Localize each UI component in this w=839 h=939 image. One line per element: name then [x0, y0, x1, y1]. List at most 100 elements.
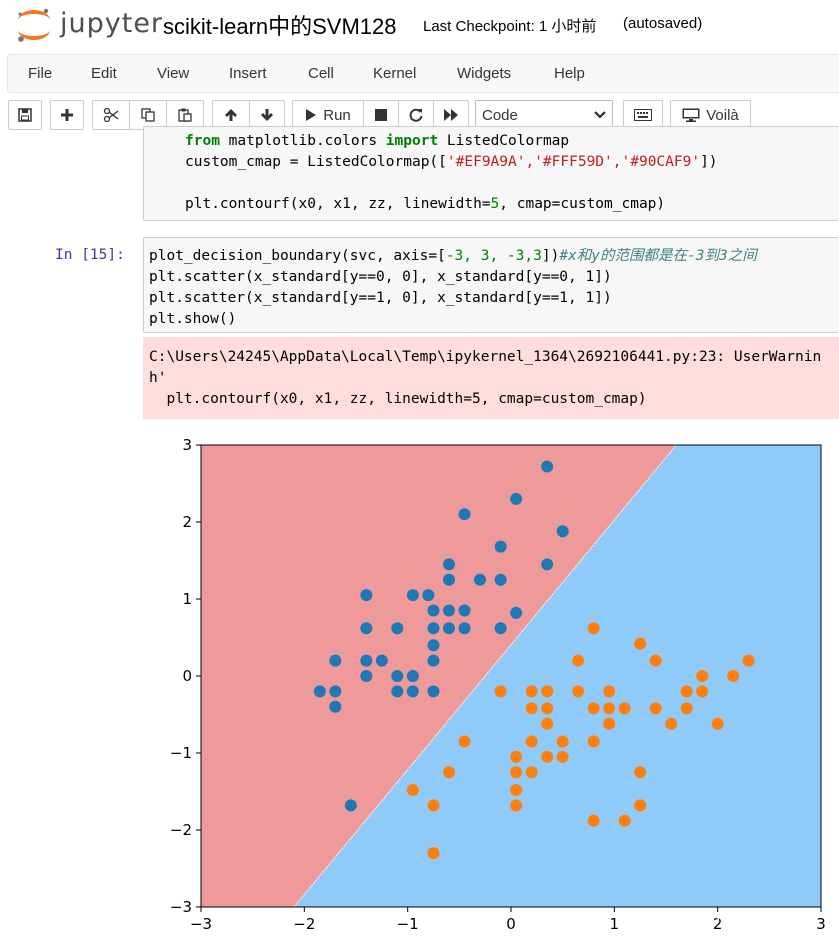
y-tick-label: −1 [170, 744, 192, 762]
data-point-series-0 [329, 654, 342, 667]
y-tick-label: 1 [182, 590, 192, 608]
notebook-header: jupyter scikit-learn中的SVM128 Last Checkp… [0, 0, 839, 50]
data-point-series-1 [665, 717, 678, 730]
code-line: plt.scatter(x_standard[y==0, 0], x_stand… [149, 269, 612, 285]
data-point-series-0 [443, 558, 455, 571]
data-point-series-1 [510, 783, 523, 796]
stderr-line: C:\Users\24245\AppData\Local\Temp\ipyker… [149, 349, 822, 365]
jupyter-logo[interactable]: jupyter [12, 6, 162, 44]
stop-icon [375, 109, 387, 121]
data-point-series-1 [696, 670, 709, 682]
data-point-series-1 [587, 735, 600, 748]
data-point-series-0 [458, 508, 471, 521]
data-point-series-0 [427, 622, 440, 635]
data-point-series-1 [510, 799, 523, 812]
arrow-up-icon [225, 109, 237, 121]
data-point-series-0 [510, 492, 523, 505]
code-line: from matplotlib.colors import ListedColo… [185, 133, 570, 149]
data-point-series-0 [344, 799, 357, 812]
data-point-series-0 [494, 573, 507, 586]
data-point-series-1 [458, 735, 471, 748]
data-point-series-0 [313, 685, 326, 698]
menu-file[interactable]: File [28, 65, 52, 82]
data-point-series-1 [680, 685, 693, 698]
menu-edit[interactable]: Edit [91, 65, 117, 82]
x-tick-label: 0 [506, 915, 516, 933]
stderr-line: plt.contourf(x0, x1, zz, linewidth=5, cm… [149, 391, 647, 407]
data-point-series-0 [360, 589, 373, 602]
data-point-series-0 [360, 622, 373, 635]
data-point-series-0 [391, 622, 404, 635]
data-point-series-1 [525, 685, 538, 698]
menu-insert[interactable]: Insert [229, 65, 267, 82]
jupyter-logo-icon [18, 8, 50, 42]
data-point-series-0 [494, 540, 507, 553]
menu-view[interactable]: View [157, 65, 189, 82]
monitor-icon [682, 108, 700, 122]
restart-icon [409, 108, 423, 122]
data-point-series-1 [427, 847, 440, 860]
y-tick-label: 2 [182, 513, 192, 531]
data-point-series-1 [727, 670, 740, 682]
data-point-series-1 [525, 702, 538, 715]
stderr-line: h' [149, 370, 167, 386]
x-tick-label: −1 [397, 915, 419, 933]
menu-bar: File Edit View Insert Cell Kernel Widget… [7, 54, 839, 93]
data-point-series-0 [494, 622, 507, 635]
data-point-series-1 [541, 702, 554, 715]
data-point-series-1 [618, 702, 631, 715]
data-point-series-1 [587, 814, 600, 827]
keyboard-icon [634, 109, 652, 121]
data-point-series-1 [603, 702, 616, 715]
voila-label: Voilà [706, 106, 739, 124]
data-point-series-0 [391, 670, 404, 682]
data-point-series-1 [510, 766, 523, 779]
x-tick-label: −2 [293, 915, 315, 933]
code-line: plot_decision_boundary(svc, axis=[-3, 3,… [149, 248, 757, 264]
decision-boundary-chart: −3 −2 −1 0 1 2 3−3−2−10123 [170, 436, 826, 933]
x-tick-label: 3 [816, 915, 826, 933]
save-icon [18, 108, 32, 122]
save-button[interactable] [8, 100, 42, 130]
checkpoint-status: Last Checkpoint: 1 小时前 [423, 18, 597, 35]
paste-icon [178, 108, 192, 122]
data-point-series-1 [634, 799, 647, 812]
insert-cell-button[interactable] [50, 100, 84, 130]
data-point-series-1 [443, 766, 455, 779]
data-point-series-1 [541, 685, 554, 698]
stderr-output: C:\Users\24245\AppData\Local\Temp\ipyker… [143, 337, 839, 419]
code-line: plt.scatter(x_standard[y==1, 0], x_stand… [149, 290, 612, 306]
data-point-series-1 [649, 702, 662, 715]
scissors-icon [103, 108, 119, 122]
data-point-series-0 [375, 654, 388, 667]
menu-kernel[interactable]: Kernel [373, 65, 416, 82]
cell-type-value: Code [482, 107, 518, 124]
data-point-series-0 [406, 670, 419, 682]
code-line: custom_cmap = ListedColormap(['#EF9A9A',… [185, 154, 718, 170]
data-point-series-0 [474, 573, 486, 586]
data-point-series-0 [443, 622, 455, 635]
watermark: CSDN @渐渐同学 [688, 911, 810, 928]
data-point-series-0 [443, 604, 455, 617]
data-point-series-0 [556, 525, 569, 538]
data-point-series-0 [427, 685, 440, 698]
data-point-series-0 [329, 700, 342, 713]
data-point-series-0 [406, 589, 419, 602]
data-point-series-0 [427, 604, 440, 617]
menu-help[interactable]: Help [554, 65, 585, 82]
data-point-series-1 [634, 637, 647, 650]
code-line: plt.contourf(x0, x1, zz, linewidth=5, cm… [185, 196, 666, 212]
data-point-series-1 [587, 622, 600, 635]
code-cell-previous[interactable]: from matplotlib.colors import ListedColo… [143, 126, 839, 221]
copy-icon [141, 108, 155, 122]
menu-cell[interactable]: Cell [308, 65, 334, 82]
code-cell-15[interactable]: plot_decision_boundary(svc, axis=[-3, 3,… [143, 237, 839, 333]
logo-text: jupyter [60, 8, 164, 39]
menu-widgets[interactable]: Widgets [457, 65, 511, 82]
y-tick-label: −3 [170, 898, 192, 916]
cut-button[interactable] [92, 100, 130, 130]
fast-forward-icon [444, 109, 458, 121]
notebook-title[interactable]: scikit-learn中的SVM128 [163, 9, 397, 41]
data-point-series-1 [494, 685, 507, 698]
data-point-series-1 [680, 702, 693, 715]
